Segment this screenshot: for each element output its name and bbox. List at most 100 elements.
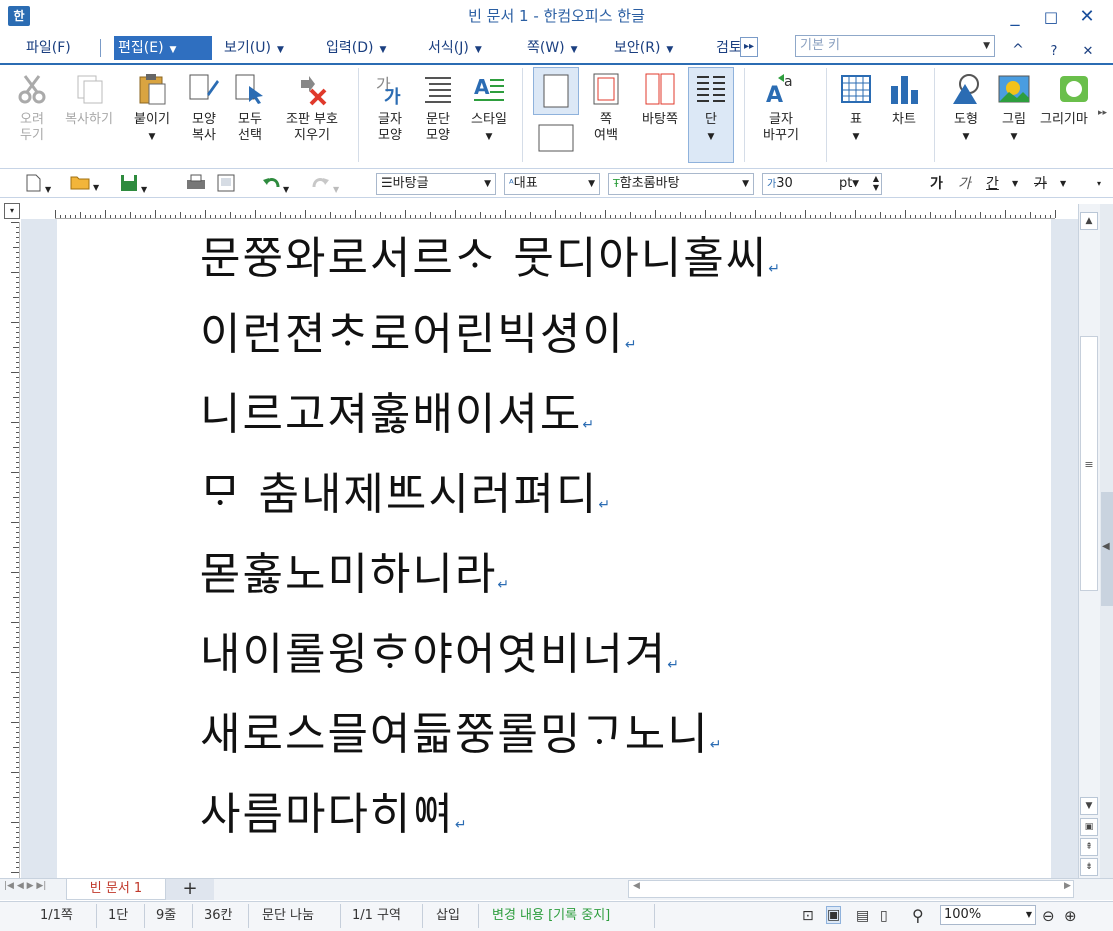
menu-security[interactable]: 보안(R) ▼ [610,36,677,60]
text-line[interactable]: 내이롤윙ᄒᆞ야어엿비너겨↵ [200,618,679,682]
style-shortcut-combo[interactable]: 기본 키 ▼ [795,35,995,57]
cut-button[interactable]: 오려 두기 [10,72,54,144]
scroll-up-button[interactable]: ▲ [1080,212,1098,230]
help-button[interactable]: ? [1046,44,1062,59]
undo-button[interactable]: ▼ [262,174,289,194]
minimize-button[interactable]: _ [1000,4,1030,30]
master-page-button[interactable]: 바탕쪽 [634,72,686,128]
save-button[interactable]: ▼ [120,174,147,194]
underline-button[interactable]: 간 [986,174,999,194]
page-margin-button[interactable]: 쪽 여백 [584,72,628,144]
change-case-button[interactable]: Aa 글자 바꾸기 [752,72,810,144]
view-page-button[interactable]: ▣ [826,906,842,924]
font-combo[interactable]: Ŧ함초롬바탕 ▼ [608,173,754,195]
para-style-combo[interactable]: ☰바탕글 ▼ [376,173,496,195]
ruler-tick [405,210,406,218]
text-line[interactable]: 몯홇노미하니라↵ [200,538,509,602]
print-button[interactable] [186,174,206,194]
menu-view[interactable]: 보기(U) ▼ [220,36,288,60]
new-file-icon [26,174,41,192]
table-button[interactable]: 표 ▼ [836,72,876,145]
horizontal-scrollbar[interactable] [628,880,1074,898]
menu-edit[interactable]: 편집(E) ▼ [114,36,212,60]
text-line[interactable]: 문쭝와로서르ᄉᆞ 뭇디아니홀씨↵ [200,222,780,286]
next-page-button[interactable]: ⇟ [1080,858,1098,876]
char-shape-button[interactable]: 가가 글자 모양 [366,72,414,144]
ruler-tick [810,215,811,218]
scroll-right-button[interactable]: ▶ [1064,881,1071,891]
view-outline-button[interactable]: ▤ [856,906,869,926]
zoom-in-button[interactable]: ⊕ [1064,906,1077,926]
page-orientation-landscape-button[interactable] [537,121,577,157]
prev-page-button[interactable]: ⇞ [1080,838,1098,856]
menu-page[interactable]: 쪽(W) ▼ [523,36,582,60]
vertical-ruler[interactable] [4,222,20,878]
ruler-tick [16,517,19,518]
ruler-toggle-button[interactable]: ▾ [4,203,20,219]
text-line[interactable]: ᄆᆞ 춤내제ᄠᅳ시러펴디↵ [200,458,610,522]
menu-insert[interactable]: 입력(D) ▼ [322,36,390,60]
ruler-tick [695,215,696,218]
select-all-button[interactable]: 모두 선택 [228,72,272,144]
ruler-tick [16,662,19,663]
zoom-icon[interactable]: ⚲ [912,906,924,926]
close-button[interactable]: ✕ [1072,4,1102,30]
zoom-out-button[interactable]: ⊖ [1042,906,1055,926]
bold-button[interactable]: 가 [930,174,943,194]
view-normal-button[interactable]: ⊡ [802,906,814,926]
clear-markup-button[interactable]: 조판 부호 지우기 [276,72,348,144]
page-view-button[interactable]: ▣ [1080,818,1098,836]
menu-format[interactable]: 서식(J) ▼ [424,36,486,60]
status-separator [340,904,341,928]
text-line[interactable]: 니르고져홇배이셔도↵ [200,378,594,442]
italic-button[interactable]: 가 [958,174,971,194]
add-tab-button[interactable]: + [166,879,214,900]
status-track-changes[interactable]: 변경 내용 [기록 중지] [492,906,610,926]
tab-nav-first[interactable]: |◀ ◀ ▶ ▶| [4,881,46,891]
tab-document[interactable]: 빈 문서 1 [66,879,166,900]
picture-button[interactable]: 그림 ▼ [992,72,1036,145]
close-doc-button[interactable]: ✕ [1080,44,1096,59]
status-insert-mode[interactable]: 삽입 [436,906,460,926]
redo-button[interactable]: ▼ [312,174,339,194]
text-line[interactable]: 새로스믈여듧쭝롤밍ᄀᆞ노니↵ [200,698,722,762]
ribbon-overflow-button[interactable]: ▸▸ [1098,108,1107,118]
maximize-button[interactable]: □ [1036,4,1066,30]
strike-options-button[interactable]: ▼ [1060,174,1066,194]
para-shape-button[interactable]: 문단 모양 [416,72,460,144]
page-orientation-portrait-button[interactable] [533,67,579,115]
ruler-tick [16,477,19,478]
font-size-combo[interactable]: 가30 pt ▼ ▲ ▼ [762,173,882,195]
chart-button[interactable]: 차트 [884,72,924,128]
drawing-button[interactable]: 그리기마 [1040,72,1096,128]
text-line[interactable]: 이런젼ᄎᆞ로어린빅셩이↵ [200,298,637,362]
ruler-tick [805,210,806,218]
format-copy-button[interactable]: 모양 복사 [182,72,226,144]
view-web-button[interactable]: ▯ [880,906,888,926]
menu-file[interactable]: 파일(F) [22,36,75,60]
shape-button[interactable]: 도형 ▼ [944,72,988,145]
open-button[interactable]: ▼ [70,174,99,194]
ruler-tick [350,215,351,218]
scroll-left-button[interactable]: ◀ [633,881,640,891]
toolbar-overflow-button[interactable]: ▾ [1097,174,1101,194]
copy-button[interactable]: 복사하기 [58,72,120,128]
new-doc-button[interactable]: ▼ [26,174,51,194]
print-preview-button[interactable] [216,174,236,194]
ribbon-collapse-button[interactable]: ^ [1010,42,1026,58]
text-line[interactable]: 사름마다히ᅇᅧ↵ [200,778,467,842]
style-button[interactable]: A 스타일 ▼ [464,72,514,145]
menu-overflow-button[interactable]: ▸▸ [740,37,758,57]
zoom-combo[interactable]: 100% ▼ [940,905,1036,925]
paste-button[interactable]: 붙이기 ▼ [126,72,178,145]
strike-button[interactable]: 가 [1034,174,1047,194]
horizontal-ruler[interactable] [55,201,1056,219]
ruler-tick [125,215,126,218]
underline-options-button[interactable]: ▼ [1012,174,1018,194]
scroll-down-button[interactable]: ▼ [1080,797,1098,815]
ruler-tick [530,212,531,218]
ruler-tick [740,215,741,218]
spin-icon[interactable]: ▲ ▼ [873,174,879,192]
language-combo[interactable]: ᴬ대표 ▼ [504,173,600,195]
status-page[interactable]: 1/1쪽 [40,906,73,926]
